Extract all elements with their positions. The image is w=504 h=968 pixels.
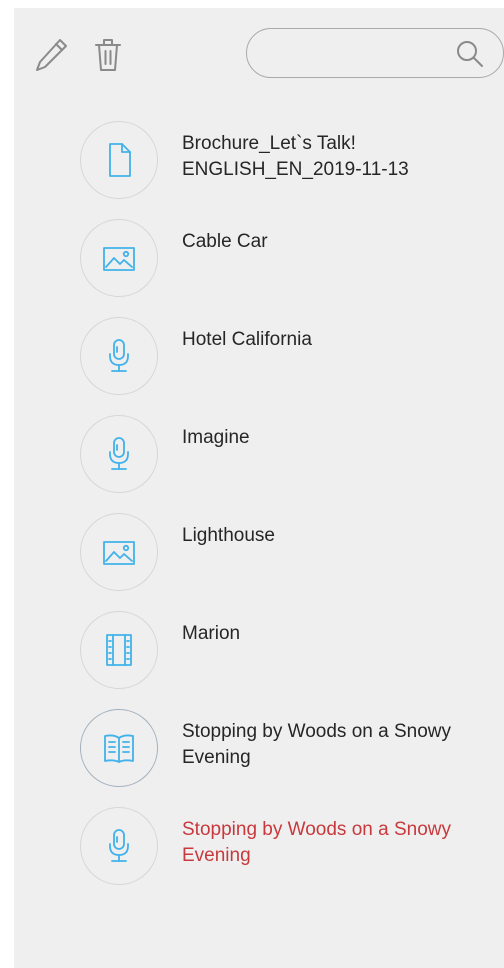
book-icon bbox=[104, 734, 134, 763]
item-label: Marion bbox=[182, 623, 241, 644]
list-item[interactable]: Marion bbox=[14, 611, 504, 709]
search-input[interactable] bbox=[267, 37, 441, 71]
item-label: Brochure_Let`s Talk! ENGLISH_EN_2019-11-… bbox=[182, 133, 409, 180]
media-library-panel: Brochure_Let`s Talk! ENGLISH_EN_2019-11-… bbox=[14, 8, 504, 968]
microphone-icon bbox=[109, 437, 129, 470]
media-type-badge bbox=[80, 415, 158, 493]
image-icon bbox=[103, 541, 135, 565]
item-label: Stopping by Woods on a Snowy Evening bbox=[182, 721, 451, 768]
search-icon[interactable] bbox=[455, 39, 485, 69]
list-item[interactable]: Cable Car bbox=[14, 219, 504, 317]
delete-button[interactable] bbox=[88, 35, 128, 75]
list-item[interactable]: Hotel California bbox=[14, 317, 504, 415]
media-type-badge bbox=[80, 317, 158, 395]
pencil-icon bbox=[36, 39, 67, 71]
item-label: Imagine bbox=[182, 427, 250, 448]
image-icon bbox=[103, 247, 135, 271]
media-type-badge bbox=[80, 807, 158, 885]
document-icon bbox=[109, 143, 131, 177]
media-type-badge bbox=[80, 513, 158, 591]
item-label: Stopping by Woods on a Snowy Evening bbox=[182, 819, 451, 866]
list-item[interactable]: Stopping by Woods on a Snowy Evening bbox=[14, 807, 504, 905]
item-label: Hotel California bbox=[182, 329, 312, 350]
microphone-icon bbox=[109, 339, 129, 372]
toolbar bbox=[14, 8, 504, 98]
search-box bbox=[246, 28, 504, 78]
list-item[interactable]: Imagine bbox=[14, 415, 504, 513]
media-type-badge bbox=[80, 611, 158, 689]
list-item[interactable]: Brochure_Let`s Talk! ENGLISH_EN_2019-11-… bbox=[14, 121, 504, 219]
film-icon bbox=[106, 634, 132, 666]
item-label: Lighthouse bbox=[182, 525, 275, 546]
edit-button[interactable] bbox=[32, 35, 72, 75]
list-item[interactable]: Lighthouse bbox=[14, 513, 504, 611]
media-list: Brochure_Let`s Talk! ENGLISH_EN_2019-11-… bbox=[14, 121, 504, 905]
item-label: Cable Car bbox=[182, 231, 268, 252]
trash-icon bbox=[95, 39, 121, 71]
media-type-badge bbox=[80, 709, 158, 787]
list-item[interactable]: Stopping by Woods on a Snowy Evening bbox=[14, 709, 504, 807]
media-type-badge bbox=[80, 219, 158, 297]
media-type-badge bbox=[80, 121, 158, 199]
microphone-icon bbox=[109, 829, 129, 862]
